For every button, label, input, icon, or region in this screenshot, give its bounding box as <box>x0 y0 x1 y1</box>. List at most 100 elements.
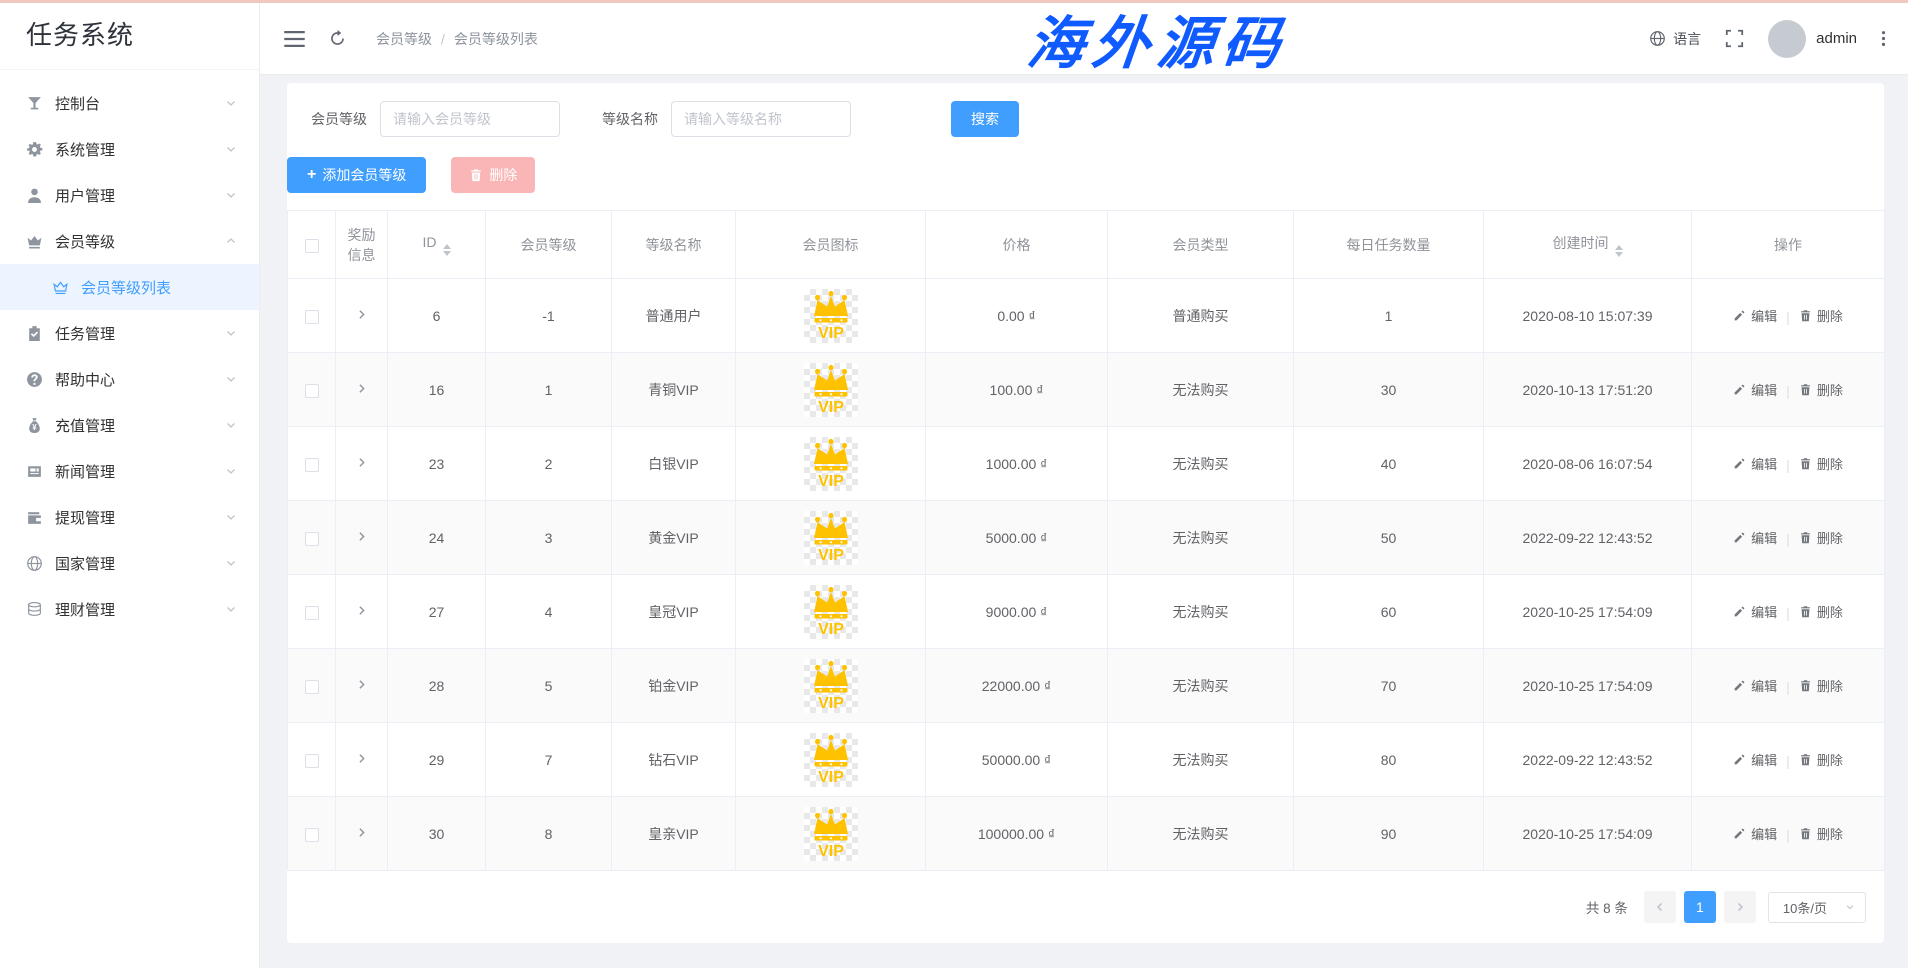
sidebar-item[interactable]: ¥充值管理 <box>0 402 259 448</box>
expand-row-icon[interactable] <box>355 382 368 395</box>
svg-text:VIP: VIP <box>818 621 844 638</box>
sidebar-item[interactable]: 用户管理 <box>0 172 259 218</box>
sort-icon[interactable] <box>443 244 451 256</box>
sidebar-item[interactable]: 系统管理 <box>0 126 259 172</box>
edit-icon <box>1733 679 1746 692</box>
select-all-checkbox[interactable] <box>305 239 319 253</box>
table-row: 30 8 皇亲VIP VIP 100000.00 ₫ 无法购买 90 2020-… <box>288 797 1885 871</box>
page-1-button[interactable]: 1 <box>1684 891 1716 923</box>
edit-row-button[interactable]: 编辑 <box>1733 676 1777 695</box>
cell-type: 无法购买 <box>1108 427 1294 501</box>
sidebar-item[interactable]: 会员等级 <box>0 218 259 264</box>
sidebar-item[interactable]: 新闻管理 <box>0 448 259 494</box>
delete-row-button[interactable]: 删除 <box>1799 750 1843 769</box>
language-label: 语言 <box>1673 29 1701 49</box>
cell-name: 黄金VIP <box>612 501 736 575</box>
delete-row-button[interactable]: 删除 <box>1799 454 1843 473</box>
crown-outline-icon <box>52 279 69 296</box>
trash-icon <box>1799 605 1812 618</box>
page-size-select[interactable]: 10条/页 <box>1768 892 1866 923</box>
chevron-down-icon <box>225 465 237 477</box>
expand-row-icon[interactable] <box>355 826 368 839</box>
sidebar-item-label: 新闻管理 <box>55 461 225 482</box>
row-checkbox[interactable] <box>305 384 319 398</box>
delete-row-button[interactable]: 删除 <box>1799 602 1843 621</box>
edit-row-button[interactable]: 编辑 <box>1733 306 1777 325</box>
cell-type: 无法购买 <box>1108 575 1294 649</box>
delete-row-button[interactable]: 删除 <box>1799 824 1843 843</box>
next-page-button[interactable] <box>1724 891 1756 923</box>
sidebar-item[interactable]: 任务管理 <box>0 310 259 356</box>
edit-row-button[interactable]: 编辑 <box>1733 824 1777 843</box>
vip-crown-icon: VIP <box>804 733 858 787</box>
sort-icon[interactable] <box>1615 245 1623 257</box>
delete-button[interactable]: 删除 <box>451 157 535 193</box>
sidebar-item-label: 系统管理 <box>55 139 225 160</box>
wallet-icon <box>26 509 43 526</box>
sidebar-item[interactable]: 理财管理 <box>0 586 259 632</box>
add-level-button[interactable]: + 添加会员等级 <box>287 157 426 193</box>
row-checkbox[interactable] <box>305 310 319 324</box>
cell-daily-tasks: 1 <box>1294 279 1484 353</box>
trash-icon <box>1799 531 1812 544</box>
sidebar-item[interactable]: 帮助中心 <box>0 356 259 402</box>
sidebar-item[interactable]: 提现管理 <box>0 494 259 540</box>
gear-icon <box>26 141 43 158</box>
cell-name: 皇冠VIP <box>612 575 736 649</box>
row-checkbox[interactable] <box>305 458 319 472</box>
delete-row-button[interactable]: 删除 <box>1799 380 1843 399</box>
delete-row-button[interactable]: 删除 <box>1799 528 1843 547</box>
row-checkbox[interactable] <box>305 754 319 768</box>
edit-row-button[interactable]: 编辑 <box>1733 528 1777 547</box>
expand-row-icon[interactable] <box>355 678 368 691</box>
filter-name-input[interactable] <box>671 101 851 137</box>
avatar <box>1768 20 1806 58</box>
sidebar-item[interactable]: 控制台 <box>0 80 259 126</box>
sidebar-subitem[interactable]: 会员等级列表 <box>0 264 259 310</box>
header-name: 等级名称 <box>612 211 736 279</box>
expand-row-icon[interactable] <box>355 456 368 469</box>
top-accent-line <box>0 0 1908 3</box>
expand-row-icon[interactable] <box>355 752 368 765</box>
row-checkbox[interactable] <box>305 606 319 620</box>
breadcrumb-separator: / <box>441 31 445 47</box>
cell-daily-tasks: 40 <box>1294 427 1484 501</box>
edit-row-button[interactable]: 编辑 <box>1733 750 1777 769</box>
header-id[interactable]: ID <box>388 211 486 279</box>
edit-row-button[interactable]: 编辑 <box>1733 380 1777 399</box>
delete-row-button[interactable]: 删除 <box>1799 676 1843 695</box>
sidebar-item-label: 用户管理 <box>55 185 225 206</box>
chevron-down-icon <box>225 97 237 109</box>
header-created[interactable]: 创建时间 <box>1484 211 1692 279</box>
expand-row-icon[interactable] <box>355 604 368 617</box>
edit-row-button[interactable]: 编辑 <box>1733 454 1777 473</box>
cell-type: 无法购买 <box>1108 797 1294 871</box>
app-title: 任务系统 <box>0 0 259 70</box>
user-menu[interactable]: admin <box>1768 20 1857 58</box>
edit-row-button[interactable]: 编辑 <box>1733 602 1777 621</box>
hamburger-icon[interactable] <box>284 31 305 47</box>
vip-crown-icon: VIP <box>804 659 858 713</box>
chevron-down-icon <box>225 373 237 385</box>
fullscreen-icon[interactable] <box>1725 29 1744 48</box>
cell-id: 28 <box>388 649 486 723</box>
breadcrumb-parent[interactable]: 会员等级 <box>376 29 432 49</box>
refresh-icon[interactable] <box>329 30 346 47</box>
ellipsis-icon[interactable] <box>1881 30 1886 47</box>
prev-page-button[interactable] <box>1644 891 1676 923</box>
cell-id: 29 <box>388 723 486 797</box>
filter-level-input[interactable] <box>380 101 560 137</box>
cell-type: 普通购买 <box>1108 279 1294 353</box>
row-checkbox[interactable] <box>305 532 319 546</box>
header-type: 会员类型 <box>1108 211 1294 279</box>
row-checkbox[interactable] <box>305 828 319 842</box>
delete-row-button[interactable]: 删除 <box>1799 306 1843 325</box>
expand-row-icon[interactable] <box>355 308 368 321</box>
search-button[interactable]: 搜索 <box>951 101 1019 137</box>
language-button[interactable]: 语言 <box>1649 29 1701 49</box>
expand-row-icon[interactable] <box>355 530 368 543</box>
row-checkbox[interactable] <box>305 680 319 694</box>
sidebar-item[interactable]: 国家管理 <box>0 540 259 586</box>
chevron-down-icon <box>225 603 237 615</box>
trash-icon <box>1799 679 1812 692</box>
